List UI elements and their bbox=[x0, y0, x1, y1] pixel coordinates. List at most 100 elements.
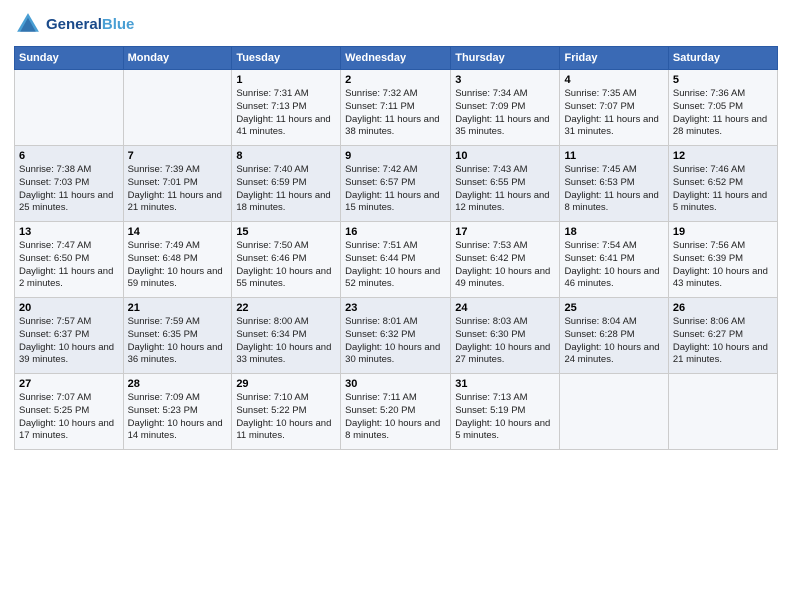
day-info: Sunrise: 8:04 AMSunset: 6:28 PMDaylight:… bbox=[564, 316, 663, 367]
calendar-cell: 28Sunrise: 7:09 AMSunset: 5:23 PMDayligh… bbox=[123, 374, 232, 450]
calendar-cell bbox=[15, 70, 124, 146]
day-info: Sunrise: 7:53 AMSunset: 6:42 PMDaylight:… bbox=[455, 240, 555, 291]
day-info: Sunrise: 7:35 AMSunset: 7:07 PMDaylight:… bbox=[564, 88, 663, 139]
day-info: Sunrise: 7:43 AMSunset: 6:55 PMDaylight:… bbox=[455, 164, 555, 215]
day-number: 28 bbox=[128, 378, 228, 390]
calendar-cell: 19 Sunrise: 7:56 AMSunset: 6:39 PMDayligh… bbox=[668, 222, 777, 298]
day-info: Sunrise: 7:46 AMSunset: 6:52 PMDaylight:… bbox=[673, 164, 773, 215]
day-info: Sunrise: 7:38 AMSunset: 7:03 PMDaylight:… bbox=[19, 164, 119, 215]
calendar-cell: 12 Sunrise: 7:46 AMSunset: 6:52 PMDayligh… bbox=[668, 146, 777, 222]
calendar-cell: 14 Sunrise: 7:49 AMSunset: 6:48 PMDayligh… bbox=[123, 222, 232, 298]
weekday-header: Friday bbox=[560, 47, 668, 70]
weekday-header: Wednesday bbox=[341, 47, 451, 70]
day-info: Sunrise: 7:07 AMSunset: 5:25 PMDaylight:… bbox=[19, 392, 119, 443]
day-number: 23 bbox=[345, 302, 446, 314]
calendar-cell: 29 Sunrise: 7:10 AMSunset: 5:22 PMDayligh… bbox=[232, 374, 341, 450]
day-info: Sunrise: 7:51 AMSunset: 6:44 PMDaylight:… bbox=[345, 240, 446, 291]
day-info: Sunrise: 7:50 AMSunset: 6:46 PMDaylight:… bbox=[236, 240, 336, 291]
day-info: Sunrise: 8:06 AMSunset: 6:27 PMDaylight:… bbox=[673, 316, 773, 367]
calendar-cell: 21Sunrise: 7:59 AMSunset: 6:35 PMDayligh… bbox=[123, 298, 232, 374]
day-number: 31 bbox=[455, 378, 555, 390]
day-number: 4 bbox=[564, 74, 663, 86]
day-info: Sunrise: 7:57 AMSunset: 6:37 PMDaylight:… bbox=[19, 316, 119, 367]
day-info: Sunrise: 7:49 AMSunset: 6:48 PMDaylight:… bbox=[128, 240, 228, 291]
weekday-header: Tuesday bbox=[232, 47, 341, 70]
calendar-cell: 18 Sunrise: 7:54 AMSunset: 6:41 PMDayligh… bbox=[560, 222, 668, 298]
calendar-cell: 4 Sunrise: 7:35 AMSunset: 7:07 PMDaylight… bbox=[560, 70, 668, 146]
day-info: Sunrise: 7:54 AMSunset: 6:41 PMDaylight:… bbox=[564, 240, 663, 291]
calendar-cell: 3 Sunrise: 7:34 AMSunset: 7:09 PMDaylight… bbox=[451, 70, 560, 146]
day-info: Sunrise: 8:01 AMSunset: 6:32 PMDaylight:… bbox=[345, 316, 446, 367]
logo-text: GeneralBlue bbox=[46, 16, 134, 33]
day-info: Sunrise: 7:39 AMSunset: 7:01 PMDaylight:… bbox=[128, 164, 228, 215]
day-number: 13 bbox=[19, 226, 119, 238]
calendar-cell: 16 Sunrise: 7:51 AMSunset: 6:44 PMDayligh… bbox=[341, 222, 451, 298]
calendar-row: 6 Sunrise: 7:38 AMSunset: 7:03 PMDaylight… bbox=[15, 146, 778, 222]
day-info: Sunrise: 7:40 AMSunset: 6:59 PMDaylight:… bbox=[236, 164, 336, 215]
day-info: Sunrise: 7:34 AMSunset: 7:09 PMDaylight:… bbox=[455, 88, 555, 139]
day-info: Sunrise: 7:11 AMSunset: 5:20 PMDaylight:… bbox=[345, 392, 446, 443]
day-number: 9 bbox=[345, 150, 446, 162]
calendar-cell: 9 Sunrise: 7:42 AMSunset: 6:57 PMDaylight… bbox=[341, 146, 451, 222]
calendar-cell: 13 Sunrise: 7:47 AMSunset: 6:50 PMDayligh… bbox=[15, 222, 124, 298]
day-number: 3 bbox=[455, 74, 555, 86]
day-info: Sunrise: 8:00 AMSunset: 6:34 PMDaylight:… bbox=[236, 316, 336, 367]
day-number: 29 bbox=[236, 378, 336, 390]
calendar-cell: 8 Sunrise: 7:40 AMSunset: 6:59 PMDaylight… bbox=[232, 146, 341, 222]
day-info: Sunrise: 7:47 AMSunset: 6:50 PMDaylight:… bbox=[19, 240, 119, 291]
weekday-header: Thursday bbox=[451, 47, 560, 70]
day-number: 16 bbox=[345, 226, 446, 238]
day-number: 8 bbox=[236, 150, 336, 162]
calendar-cell: 26 Sunrise: 8:06 AMSunset: 6:27 PMDayligh… bbox=[668, 298, 777, 374]
day-number: 20 bbox=[19, 302, 119, 314]
calendar-row: 13 Sunrise: 7:47 AMSunset: 6:50 PMDayligh… bbox=[15, 222, 778, 298]
calendar-row: 27 Sunrise: 7:07 AMSunset: 5:25 PMDayligh… bbox=[15, 374, 778, 450]
calendar-row: 1Sunrise: 7:31 AMSunset: 7:13 PMDaylight… bbox=[15, 70, 778, 146]
day-info: Sunrise: 7:13 AMSunset: 5:19 PMDaylight:… bbox=[455, 392, 555, 443]
day-number: 2 bbox=[345, 74, 446, 86]
logo: GeneralBlue bbox=[14, 10, 134, 38]
logo-icon bbox=[14, 10, 42, 38]
day-info: Sunrise: 7:56 AMSunset: 6:39 PMDaylight:… bbox=[673, 240, 773, 291]
day-number: 27 bbox=[19, 378, 119, 390]
calendar-table: SundayMondayTuesdayWednesdayThursdayFrid… bbox=[14, 46, 778, 450]
day-number: 19 bbox=[673, 226, 773, 238]
calendar-cell: 24Sunrise: 8:03 AMSunset: 6:30 PMDayligh… bbox=[451, 298, 560, 374]
calendar-cell: 27 Sunrise: 7:07 AMSunset: 5:25 PMDayligh… bbox=[15, 374, 124, 450]
day-number: 14 bbox=[128, 226, 228, 238]
calendar-cell: 23 Sunrise: 8:01 AMSunset: 6:32 PMDayligh… bbox=[341, 298, 451, 374]
calendar-cell: 30 Sunrise: 7:11 AMSunset: 5:20 PMDayligh… bbox=[341, 374, 451, 450]
header-row: SundayMondayTuesdayWednesdayThursdayFrid… bbox=[15, 47, 778, 70]
calendar-cell: 1Sunrise: 7:31 AMSunset: 7:13 PMDaylight… bbox=[232, 70, 341, 146]
calendar-cell: 31 Sunrise: 7:13 AMSunset: 5:19 PMDayligh… bbox=[451, 374, 560, 450]
day-number: 10 bbox=[455, 150, 555, 162]
day-info: Sunrise: 7:10 AMSunset: 5:22 PMDaylight:… bbox=[236, 392, 336, 443]
weekday-header: Monday bbox=[123, 47, 232, 70]
day-number: 12 bbox=[673, 150, 773, 162]
calendar-cell: 17 Sunrise: 7:53 AMSunset: 6:42 PMDayligh… bbox=[451, 222, 560, 298]
day-number: 18 bbox=[564, 226, 663, 238]
day-number: 6 bbox=[19, 150, 119, 162]
calendar-cell: 22Sunrise: 8:00 AMSunset: 6:34 PMDayligh… bbox=[232, 298, 341, 374]
calendar-cell: 10 Sunrise: 7:43 AMSunset: 6:55 PMDayligh… bbox=[451, 146, 560, 222]
calendar-cell: 6 Sunrise: 7:38 AMSunset: 7:03 PMDaylight… bbox=[15, 146, 124, 222]
day-number: 30 bbox=[345, 378, 446, 390]
day-number: 11 bbox=[564, 150, 663, 162]
calendar-cell: 20 Sunrise: 7:57 AMSunset: 6:37 PMDayligh… bbox=[15, 298, 124, 374]
weekday-header: Sunday bbox=[15, 47, 124, 70]
day-number: 17 bbox=[455, 226, 555, 238]
day-number: 7 bbox=[128, 150, 228, 162]
calendar-cell: 25 Sunrise: 8:04 AMSunset: 6:28 PMDayligh… bbox=[560, 298, 668, 374]
calendar-cell bbox=[668, 374, 777, 450]
calendar-cell: 5Sunrise: 7:36 AMSunset: 7:05 PMDaylight… bbox=[668, 70, 777, 146]
day-info: Sunrise: 7:59 AMSunset: 6:35 PMDaylight:… bbox=[128, 316, 228, 367]
calendar-cell: 11Sunrise: 7:45 AMSunset: 6:53 PMDayligh… bbox=[560, 146, 668, 222]
day-number: 1 bbox=[236, 74, 336, 86]
calendar-row: 20 Sunrise: 7:57 AMSunset: 6:37 PMDayligh… bbox=[15, 298, 778, 374]
calendar-cell: 15Sunrise: 7:50 AMSunset: 6:46 PMDayligh… bbox=[232, 222, 341, 298]
header: GeneralBlue bbox=[14, 10, 778, 38]
day-number: 25 bbox=[564, 302, 663, 314]
day-info: Sunrise: 8:03 AMSunset: 6:30 PMDaylight:… bbox=[455, 316, 555, 367]
day-number: 26 bbox=[673, 302, 773, 314]
day-info: Sunrise: 7:42 AMSunset: 6:57 PMDaylight:… bbox=[345, 164, 446, 215]
